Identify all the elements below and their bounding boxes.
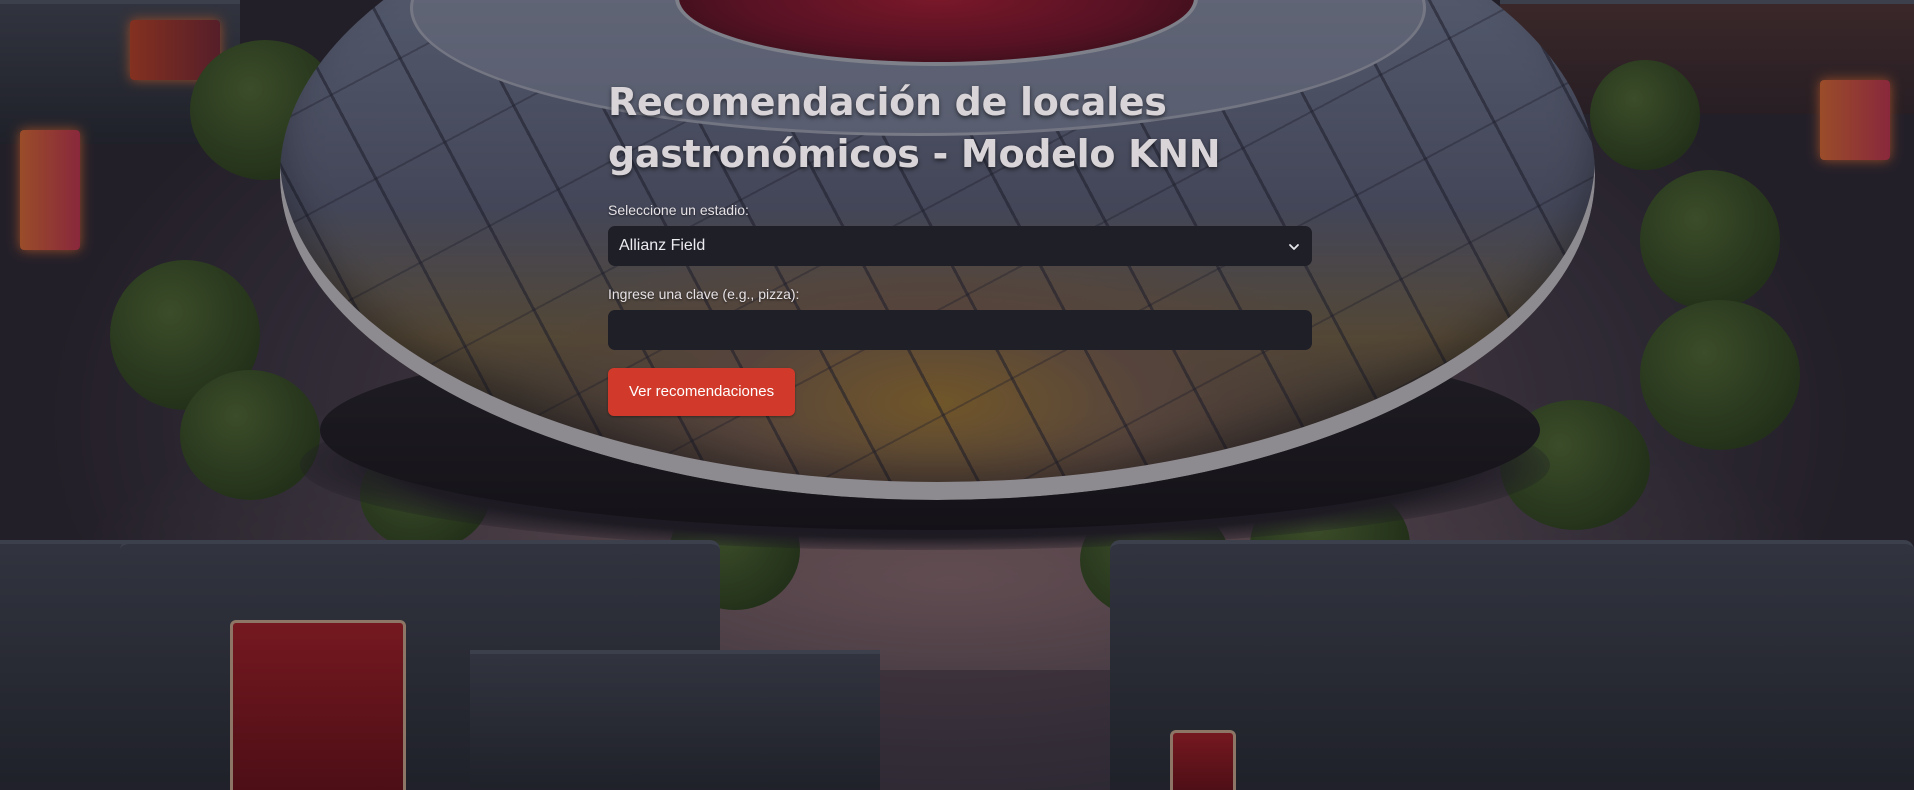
- main-content: Recomendación de locales gastronómicos -…: [608, 76, 1312, 416]
- stadium-select-value: Allianz Field: [619, 237, 706, 254]
- chevron-down-icon[interactable]: [1288, 240, 1300, 252]
- app-root: Recomendación de locales gastronómicos -…: [0, 0, 1914, 790]
- stadium-select[interactable]: Allianz Field: [608, 226, 1312, 266]
- stadium-select-label: Seleccione un estadio:: [608, 202, 749, 218]
- keyword-input-label: Ingrese una clave (e.g., pizza):: [608, 286, 800, 302]
- page-title: Recomendación de locales gastronómicos -…: [608, 80, 1221, 176]
- see-recommendations-button[interactable]: Ver recomendaciones: [608, 368, 796, 416]
- keyword-input[interactable]: [608, 310, 1312, 350]
